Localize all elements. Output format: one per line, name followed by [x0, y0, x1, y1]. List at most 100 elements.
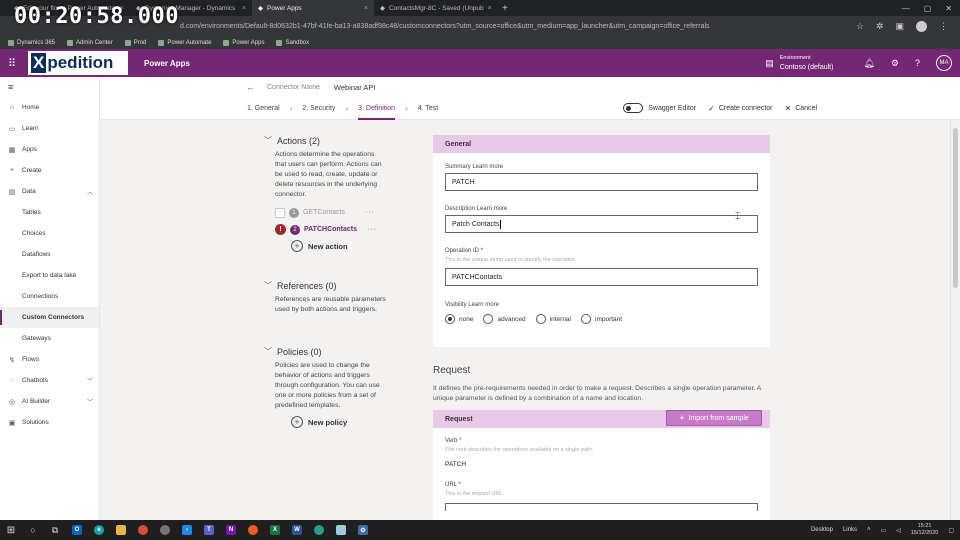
toggle-switch[interactable]	[623, 103, 644, 113]
notepad-icon[interactable]	[330, 520, 352, 540]
sidebar-item-ai-builder[interactable]: ◎ AI Builder ﹀	[0, 391, 99, 412]
desktop-toolbar[interactable]: Desktop	[811, 527, 833, 533]
profile-avatar[interactable]	[916, 20, 927, 32]
word-icon[interactable]: W	[286, 520, 308, 540]
url-text[interactable]: d.com/environments/Default-8d0632b1-47bf…	[180, 23, 710, 30]
sidebar-item-apps[interactable]: ▦ Apps	[0, 139, 99, 160]
connector-name-value[interactable]: Webinar API	[334, 83, 376, 92]
edge-icon[interactable]: e	[88, 520, 110, 540]
sidebar-item-export-to-data-lake[interactable]: Export to data lake	[0, 265, 99, 286]
verb-value[interactable]: PATCH	[445, 461, 770, 468]
radio-button[interactable]	[535, 314, 546, 324]
outlook-icon[interactable]: O	[66, 520, 88, 540]
url-input[interactable]	[445, 503, 758, 511]
environment-picker[interactable]: ▤ Environment Contoso (default)	[765, 54, 833, 72]
action-item-get[interactable]: 1 GETContacts ···	[275, 204, 384, 221]
window-close-icon[interactable]: ✕	[945, 4, 952, 13]
content-scrollbar[interactable]	[950, 120, 960, 520]
chevron-down-icon[interactable]: ﹀	[87, 376, 93, 385]
notification-center-icon[interactable]: ▢	[948, 527, 954, 534]
radio-button[interactable]	[483, 314, 494, 324]
sidebar-item-flows[interactable]: ↯ Flows	[0, 349, 99, 370]
file-explorer-icon[interactable]	[110, 520, 132, 540]
waffle-icon[interactable]: ⠿	[0, 57, 24, 70]
volume-icon[interactable]: ◁	[896, 527, 901, 534]
sidebar-item-connections[interactable]: Connections	[0, 286, 99, 307]
task-view-icon[interactable]: ⧉	[44, 520, 66, 540]
bookmark-item[interactable]: Power Automate	[158, 39, 211, 46]
bookmark-item[interactable]: Sandbox	[276, 39, 309, 46]
sidebar-item-tables[interactable]: Tables	[0, 202, 99, 223]
vscode-icon[interactable]: ›	[176, 520, 198, 540]
edge-dev-icon[interactable]	[308, 520, 330, 540]
new-tab-icon[interactable]: +	[496, 3, 514, 14]
menu-dots-icon[interactable]: ⋮	[939, 21, 948, 32]
operation-id-input[interactable]: PATCHContacts	[445, 268, 758, 286]
summary-input[interactable]: PATCH	[445, 173, 758, 191]
references-header[interactable]: ﹀ References (0)	[264, 280, 384, 291]
more-options-icon[interactable]: ···	[365, 209, 375, 216]
app-icon[interactable]	[154, 520, 176, 540]
action-checkbox[interactable]	[275, 207, 285, 218]
sidebar-item-create[interactable]: + Create	[0, 160, 99, 181]
tab-close-icon[interactable]: ×	[488, 5, 492, 12]
visibility-option-important[interactable]: important	[581, 314, 622, 324]
sidebar-item-solutions[interactable]: ▣ Solutions	[0, 412, 99, 433]
tray-chevron-icon[interactable]: ˄	[867, 527, 871, 533]
tab-close-icon[interactable]: ×	[242, 5, 246, 12]
extensions-icon[interactable]: ✲	[876, 21, 884, 32]
bookmark-item[interactable]: Prod	[124, 39, 146, 46]
collections-icon[interactable]: ▣	[895, 21, 904, 32]
description-input[interactable]: Patch Contacts	[445, 215, 758, 233]
tab-close-icon[interactable]: ×	[364, 5, 368, 12]
visibility-option-advanced[interactable]: advanced	[483, 314, 526, 324]
chevron-down-icon[interactable]: ﹀	[87, 397, 93, 406]
maximize-icon[interactable]: ▢	[924, 4, 932, 13]
browser-tab[interactable]: ◆ ContactsMgr-8C - Saved (Unpub ×	[374, 0, 496, 16]
teams-icon[interactable]: T	[198, 520, 220, 540]
sidebar-item-choices[interactable]: Choices	[0, 223, 99, 244]
actions-header[interactable]: ﹀ Actions (2)	[264, 135, 384, 146]
cancel-button[interactable]: ✕ Cancel	[785, 104, 818, 113]
settings-gear-icon[interactable]: ⚙	[891, 58, 899, 69]
bookmark-item[interactable]: Dynamics 365	[8, 39, 55, 46]
create-connector-button[interactable]: ✓ Create connector	[708, 104, 772, 113]
sidebar-item-gateways[interactable]: Gateways	[0, 328, 99, 349]
app-name[interactable]: Power Apps	[144, 59, 190, 68]
wizard-step-3[interactable]: 3. Definition	[358, 97, 395, 120]
excel-icon[interactable]: X	[264, 520, 286, 540]
new-action-button[interactable]: + New action	[291, 238, 384, 254]
help-icon[interactable]: ?	[915, 58, 920, 68]
action-item-patch[interactable]: ! 2 PATCHContacts ···	[275, 221, 384, 238]
sidebar-item-home[interactable]: ⌂ Home	[0, 97, 99, 118]
bookmark-item[interactable]: Power Apps	[223, 39, 264, 46]
hamburger-menu-icon[interactable]: ≡	[0, 77, 99, 97]
sidebar-item-chatbots[interactable]: ◌ Chatbots ﹀	[0, 370, 99, 391]
windows-start-icon[interactable]: ⊞	[0, 520, 22, 540]
swagger-editor-toggle[interactable]: Swagger Editor	[623, 103, 696, 113]
bookmark-star-icon[interactable]: ☆	[856, 21, 864, 32]
chrome-icon[interactable]	[132, 520, 154, 540]
new-policy-button[interactable]: + New policy	[291, 414, 384, 430]
notifications-icon[interactable]: 🔔︎	[863, 58, 874, 69]
sidebar-item-custom-connectors[interactable]: Custom Connectors	[0, 307, 99, 328]
wizard-step-1[interactable]: 1. General	[247, 97, 280, 120]
radio-button[interactable]	[581, 314, 591, 324]
postman-icon[interactable]	[242, 520, 264, 540]
wizard-step-4[interactable]: 4. Test	[418, 97, 439, 120]
onenote-icon[interactable]: N	[220, 520, 242, 540]
back-arrow-icon[interactable]: ←	[246, 82, 255, 92]
network-icon[interactable]: ▭	[881, 527, 887, 534]
visibility-option-internal[interactable]: internal	[535, 314, 571, 324]
user-avatar[interactable]: MA	[936, 55, 952, 71]
settings-app-icon[interactable]: ⚙	[352, 520, 374, 540]
sidebar-item-dataflows[interactable]: Dataflows	[0, 244, 99, 265]
radio-button[interactable]	[445, 314, 455, 324]
sidebar-item-data[interactable]: ▤ Data ︿	[0, 181, 99, 202]
links-toolbar[interactable]: Links	[843, 527, 857, 533]
import-from-sample-button[interactable]: + Import from sample	[666, 410, 762, 426]
more-options-icon[interactable]: ···	[367, 226, 377, 233]
search-icon[interactable]: ○	[22, 520, 44, 540]
scroll-thumb[interactable]	[953, 128, 958, 288]
bookmark-item[interactable]: Admin Center	[67, 39, 113, 46]
